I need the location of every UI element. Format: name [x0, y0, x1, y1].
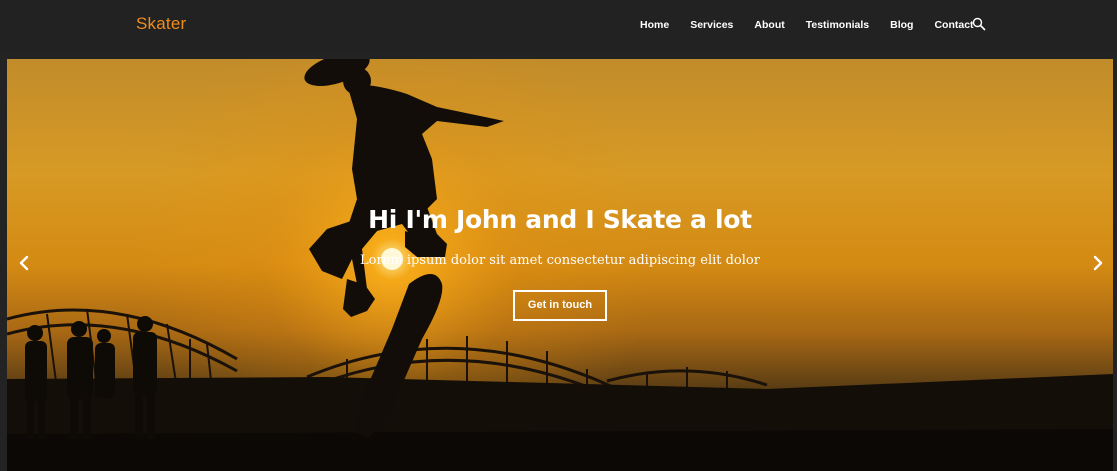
top-navbar: Skater Home Services About Testimonials …	[0, 0, 1117, 52]
get-in-touch-button[interactable]: Get in touch	[513, 290, 607, 321]
nav-item-home[interactable]: Home	[640, 19, 669, 31]
brand-logo[interactable]: Skater	[136, 14, 186, 34]
hero-subtitle: Lorem ipsum dolor sit amet consectetur a…	[360, 253, 760, 268]
nav-item-testimonials[interactable]: Testimonials	[806, 19, 869, 31]
search-icon[interactable]	[972, 17, 986, 31]
nav-item-services[interactable]: Services	[690, 19, 733, 31]
nav-item-about[interactable]: About	[754, 19, 784, 31]
chevron-right-icon[interactable]	[1089, 254, 1107, 272]
nav-item-contact[interactable]: Contact	[934, 19, 973, 31]
hero-carousel: Hi I'm John and I Skate a lot Lorem ipsu…	[7, 59, 1113, 471]
chevron-left-icon[interactable]	[15, 254, 33, 272]
hero-title: Hi I'm John and I Skate a lot	[368, 205, 752, 234]
main-nav: Home Services About Testimonials Blog Co…	[640, 19, 995, 31]
nav-item-blog[interactable]: Blog	[890, 19, 913, 31]
